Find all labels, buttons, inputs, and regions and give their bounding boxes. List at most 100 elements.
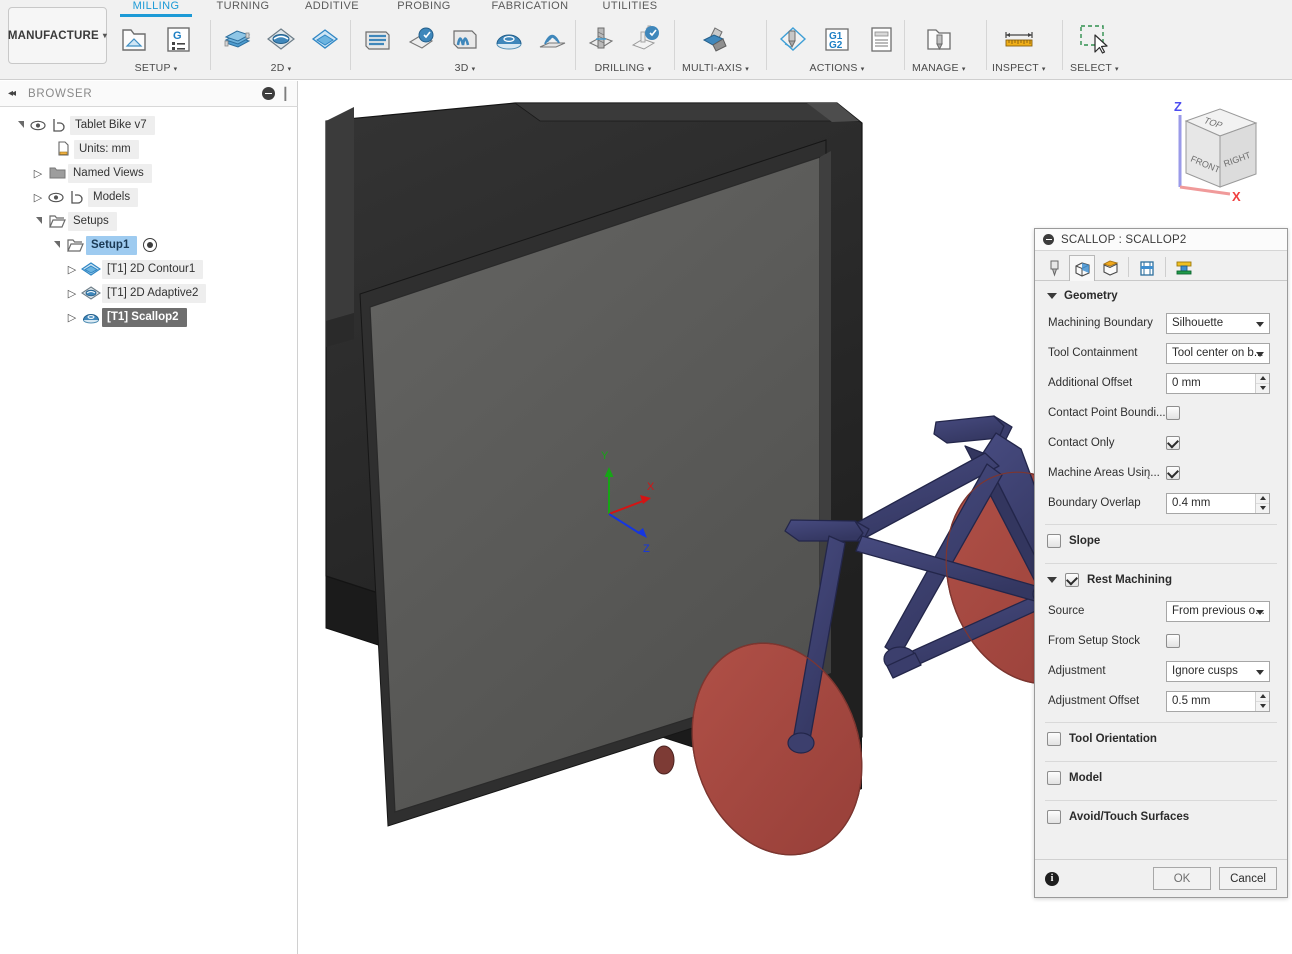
ok-button[interactable]: OK	[1153, 867, 1211, 890]
spinner-down-icon[interactable]	[1256, 702, 1269, 711]
measure-ruler-icon[interactable]	[998, 17, 1040, 61]
section-model-header[interactable]: Model	[1035, 762, 1287, 794]
visibility-eye-icon[interactable]	[46, 192, 66, 203]
g1g2-post-process-icon[interactable]: G1 G2	[816, 17, 858, 61]
expander-open-icon[interactable]	[48, 233, 64, 257]
expander-closed-icon[interactable]: ▷	[64, 257, 80, 281]
section-avoid-touch-surfaces-header[interactable]: Avoid/Touch Surfaces	[1035, 801, 1287, 833]
tab-fabrication[interactable]: FABRICATION	[478, 0, 582, 15]
tab-tool[interactable]	[1041, 254, 1067, 280]
spinner-up-icon[interactable]	[1256, 692, 1269, 702]
ribbon-group-actions-label[interactable]: ACTIONS ▾	[810, 62, 865, 74]
ribbon-group-2d-label[interactable]: 2D ▾	[271, 62, 292, 74]
tool-library-icon[interactable]	[918, 17, 960, 61]
boundary-overlap-input[interactable]: 0.4 mm	[1166, 492, 1270, 514]
avoid-touch-surfaces-checkbox[interactable]	[1047, 810, 1061, 824]
pocket-clearing-icon[interactable]	[400, 17, 442, 61]
sidebar-item-op-scallop2[interactable]: ▷ [T1] Scallop2	[0, 305, 297, 329]
info-icon[interactable]: i	[1045, 871, 1059, 886]
rest-machining-checkbox[interactable]	[1065, 573, 1079, 587]
g-code-list-icon[interactable]: G	[157, 17, 199, 61]
sidebar-item-setups[interactable]: Setups	[0, 209, 297, 233]
2d-contour-icon[interactable]	[304, 17, 346, 61]
spinner-down-icon[interactable]	[1256, 384, 1269, 393]
spinner-buttons[interactable]	[1255, 691, 1269, 711]
section-slope-header[interactable]: Slope	[1035, 525, 1287, 557]
section-geometry-header[interactable]: Geometry	[1035, 281, 1287, 308]
ribbon-group-select-label[interactable]: SELECT ▾	[1070, 62, 1119, 74]
source-select[interactable]: From previous o...	[1166, 600, 1270, 622]
tab-milling[interactable]: MILLING	[120, 0, 192, 17]
workspace-selector-button[interactable]: MANUFACTURE ▾	[8, 7, 107, 64]
panel-grip-icon[interactable]: ┃	[282, 88, 289, 100]
tab-probing[interactable]: PROBING	[386, 0, 462, 15]
tool-containment-select[interactable]: Tool center on b...	[1166, 342, 1270, 364]
expander-closed-icon[interactable]: ▷	[64, 305, 80, 329]
expander-closed-icon[interactable]: ▷	[30, 185, 46, 209]
collapse-dialog-icon[interactable]	[1043, 234, 1054, 245]
cancel-button[interactable]: Cancel	[1219, 867, 1277, 890]
setup-folder-icon[interactable]	[113, 17, 155, 61]
collapse-browser-icon[interactable]: ◂◂	[8, 89, 16, 99]
view-cube[interactable]: Z X TOP FRONT RIGHT	[1158, 95, 1270, 205]
additional-offset-input[interactable]: 0 mm	[1166, 372, 1270, 394]
sidebar-item-tablet-bike-v7[interactable]: Tablet Bike v7	[0, 113, 297, 137]
machine-areas-using-checkbox[interactable]	[1166, 466, 1180, 480]
ribbon-group-3d-label[interactable]: 3D ▾	[455, 62, 476, 74]
selection-filter-icon[interactable]	[1073, 17, 1115, 61]
from-setup-stock-checkbox[interactable]	[1166, 634, 1180, 648]
spinner-buttons[interactable]	[1255, 493, 1269, 513]
tab-geometry[interactable]	[1069, 255, 1095, 281]
tab-utilities[interactable]: UTILITIES	[592, 0, 668, 15]
section-rest-machining-header[interactable]: Rest Machining	[1035, 564, 1287, 596]
simulate-icon[interactable]	[772, 17, 814, 61]
adaptive-clearing-icon[interactable]	[356, 17, 398, 61]
drill-icon[interactable]	[580, 17, 622, 61]
sidebar-item-units[interactable]: Units: mm	[0, 137, 297, 161]
2d-adaptive-icon[interactable]	[260, 17, 302, 61]
spinner-buttons[interactable]	[1255, 373, 1269, 393]
ribbon-group-inspect-label[interactable]: INSPECT ▾	[992, 62, 1046, 74]
ribbon-group-drilling-label[interactable]: DRILLING ▾	[595, 62, 652, 74]
scallop-icon[interactable]	[488, 17, 530, 61]
sidebar-item-models[interactable]: ▷ Models	[0, 185, 297, 209]
tab-linking[interactable]	[1171, 254, 1197, 280]
spinner-up-icon[interactable]	[1256, 494, 1269, 504]
visibility-eye-icon[interactable]	[28, 120, 48, 131]
slope-checkbox[interactable]	[1047, 534, 1061, 548]
face-icon[interactable]	[216, 17, 258, 61]
spinner-down-icon[interactable]	[1256, 504, 1269, 513]
spinner-up-icon[interactable]	[1256, 374, 1269, 384]
expander-open-icon[interactable]	[30, 209, 46, 233]
expander-closed-icon[interactable]: ▷	[64, 281, 80, 305]
tab-heights[interactable]	[1097, 254, 1123, 280]
tab-passes[interactable]	[1134, 254, 1160, 280]
section-tool-orientation-header[interactable]: Tool Orientation	[1035, 723, 1287, 755]
expander-open-icon[interactable]	[12, 113, 28, 137]
model-checkbox[interactable]	[1047, 771, 1061, 785]
setup-sheet-icon[interactable]	[860, 17, 902, 61]
ribbon-group-setup-label[interactable]: SETUP ▾	[135, 62, 178, 74]
field-machine-areas-using: Machine Areas Usin̨...	[1035, 458, 1287, 488]
thread-icon[interactable]	[624, 17, 666, 61]
tab-additive[interactable]: ADDITIVE	[294, 0, 370, 15]
adjustment-offset-input[interactable]: 0.5 mm	[1166, 690, 1270, 712]
active-setup-target-icon[interactable]	[143, 238, 158, 252]
sidebar-item-op-2d-adaptive2[interactable]: ▷ [T1] 2D Adaptive2	[0, 281, 297, 305]
swarf-icon[interactable]	[695, 17, 737, 61]
ribbon-group-manage-label[interactable]: MANAGE ▾	[912, 62, 966, 74]
tab-turning[interactable]: TURNING	[206, 0, 280, 15]
tool-orientation-checkbox[interactable]	[1047, 732, 1061, 746]
contact-only-checkbox[interactable]	[1166, 436, 1180, 450]
sidebar-item-op-2d-contour1[interactable]: ▷ [T1] 2D Contour1	[0, 257, 297, 281]
contact-point-boundary-checkbox[interactable]	[1166, 406, 1180, 420]
adjustment-select[interactable]: Ignore cusps	[1166, 660, 1270, 682]
parallel-icon[interactable]	[444, 17, 486, 61]
spiral-icon[interactable]	[532, 17, 574, 61]
ribbon-group-multi-axis-label[interactable]: MULTI-AXIS ▾	[682, 62, 749, 74]
expander-closed-icon[interactable]: ▷	[30, 161, 46, 185]
sidebar-item-setup1[interactable]: Setup1	[0, 233, 297, 257]
machining-boundary-select[interactable]: Silhouette	[1166, 312, 1270, 334]
sidebar-item-named-views[interactable]: ▷ Named Views	[0, 161, 297, 185]
minimize-icon[interactable]	[261, 87, 275, 100]
